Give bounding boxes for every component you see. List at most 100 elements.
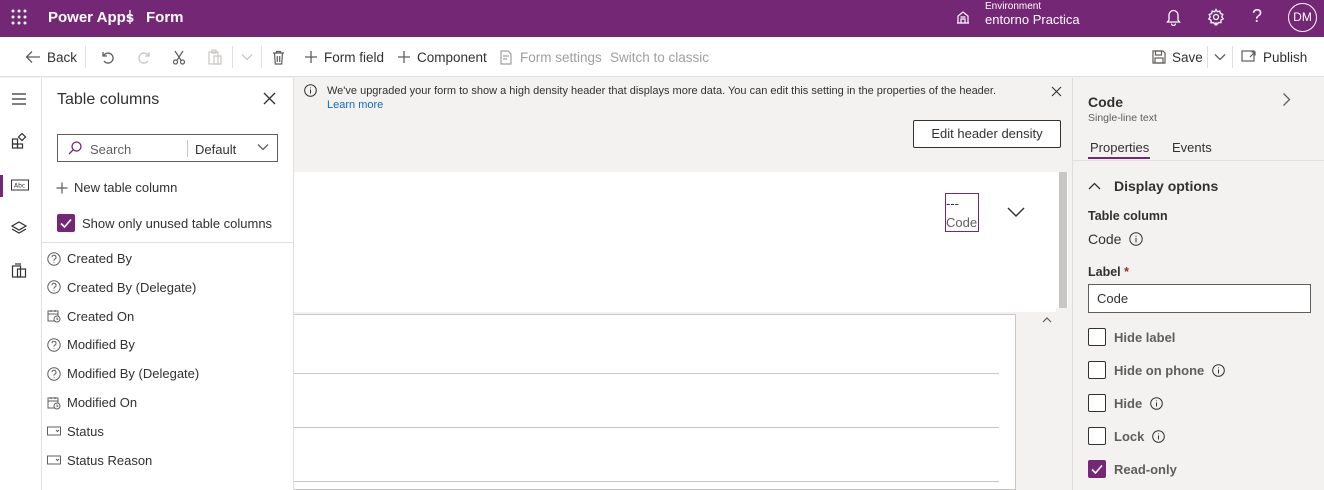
column-list-item[interactable]: Status [47,424,104,439]
show-unused-checkbox[interactable] [57,214,75,232]
redo-button[interactable] [137,37,152,77]
filter-dropdown-value[interactable]: Default [195,142,236,157]
field-row-divider [294,427,999,428]
environment-name[interactable]: entorno Practica [985,12,1080,27]
paste-button[interactable] [207,37,222,77]
question-circle-icon [47,251,61,266]
column-list-item[interactable]: Modified By [47,337,135,352]
help-icon[interactable]: ? [1252,6,1262,27]
vertical-scrollbar[interactable] [1056,172,1068,308]
question-circle-icon [47,280,61,294]
option-lock[interactable]: Lock [1088,427,1166,445]
form-settings-label: Form settings [520,49,602,65]
undo-button[interactable] [100,37,115,77]
app-title[interactable]: Power Apps [48,9,134,26]
properties-panel: Code Single-line text Properties Events … [1072,78,1324,490]
form-field-button[interactable]: Form field [304,37,384,77]
table-columns-panel: Table columns Search Default New table c… [42,78,294,490]
info-icon[interactable] [1129,232,1144,246]
option-hide-on-phone[interactable]: Hide on phone [1088,361,1226,379]
column-list-item[interactable]: Created By (Delegate) [47,280,196,295]
hamburger-menu-icon[interactable] [11,92,27,106]
tab-events[interactable]: Events [1172,140,1212,155]
cut-button[interactable] [172,37,186,77]
divider [232,46,233,68]
column-list-item-label: Status Reason [67,452,153,468]
field-row-divider [294,373,999,374]
question-circle-icon [47,338,61,352]
column-list-item[interactable]: Modified By (Delegate) [47,366,199,381]
new-table-column-button[interactable]: New table column [56,180,177,195]
header-field-code[interactable]: --- Code [945,193,979,232]
settings-icon[interactable] [1207,8,1225,26]
active-tab-indicator [1088,157,1150,159]
option-hide[interactable]: Hide [1088,394,1163,412]
switch-to-classic-button[interactable]: Switch to classic [610,37,709,77]
chevron-up-icon[interactable] [1042,316,1052,323]
form-header[interactable]: --- Code [294,172,1056,312]
label-input[interactable]: Code [1088,284,1311,313]
trash-icon [272,50,285,65]
option-label: Read-only [1114,461,1177,477]
close-icon[interactable] [263,92,276,105]
tab-properties[interactable]: Properties [1090,140,1149,155]
form-settings-button[interactable]: Form settings [499,37,602,77]
document-settings-icon [499,49,514,65]
checkbox[interactable] [1088,328,1106,346]
notifications-icon[interactable] [1165,8,1182,26]
form-section[interactable] [294,314,1016,490]
save-icon [1152,50,1166,64]
info-banner: We've upgraded your form to show a high … [294,78,1072,154]
component-button[interactable]: Component [397,37,487,77]
checkbox[interactable] [1088,427,1106,445]
chevron-down-icon[interactable] [257,143,269,151]
environment-icon[interactable] [955,9,971,25]
column-list-item[interactable]: Modified On [47,395,137,410]
chevron-right-icon[interactable] [1282,92,1291,107]
paste-options-dropdown[interactable] [241,37,253,77]
publish-button[interactable]: Publish [1241,37,1307,77]
scrollbar-thumb[interactable] [1059,172,1067,308]
search-input[interactable]: Search Default [57,134,278,162]
back-button[interactable]: Back [25,37,77,77]
form-libraries-icon[interactable] [11,263,27,279]
learn-more-link[interactable]: Learn more [327,99,383,111]
save-label: Save [1172,49,1203,65]
page-title: Form [146,9,184,26]
redo-icon [137,50,152,65]
save-options-dropdown[interactable] [1214,37,1226,77]
option-hide-label[interactable]: Hide label [1088,328,1175,346]
app-launcher-icon[interactable] [11,9,27,25]
checkbox[interactable] [1088,361,1106,379]
column-list-item[interactable]: Created By [47,251,132,266]
option-label: Hide on phone [1114,362,1205,378]
info-icon[interactable] [1212,363,1226,377]
table-column-value-row: Code [1088,231,1144,247]
chevron-down-icon[interactable] [1006,206,1026,218]
edit-header-density-button[interactable]: Edit header density [913,120,1061,148]
close-icon[interactable] [1051,86,1062,97]
option-read-only[interactable]: Read-only [1088,460,1177,478]
delete-button[interactable] [272,37,285,77]
table-column-label: Table column [1088,209,1168,223]
plus-icon [397,50,411,64]
new-table-column-label: New table column [74,180,178,195]
checkbox[interactable] [1088,394,1106,412]
display-options-section-toggle[interactable]: Display options [1088,178,1218,194]
column-list-item[interactable]: Created On [47,309,134,324]
column-list-item[interactable]: Status Reason [47,453,152,468]
components-icon[interactable] [11,133,27,149]
divider [187,140,188,157]
checkbox[interactable] [1088,460,1106,478]
layers-icon[interactable] [11,221,27,236]
svg-text:Abc: Abc [14,183,25,190]
table-columns-icon[interactable]: Abc [11,178,29,192]
info-icon[interactable] [1152,429,1166,443]
label-field-text: Label [1088,265,1121,279]
column-list-item-label: Created By (Delegate) [67,279,197,295]
plus-icon [56,182,68,194]
save-button[interactable]: Save [1152,37,1203,77]
avatar[interactable]: DM [1288,3,1317,32]
info-icon[interactable] [1150,396,1163,410]
command-bar: Back Form field Component Form settings … [0,37,1324,77]
